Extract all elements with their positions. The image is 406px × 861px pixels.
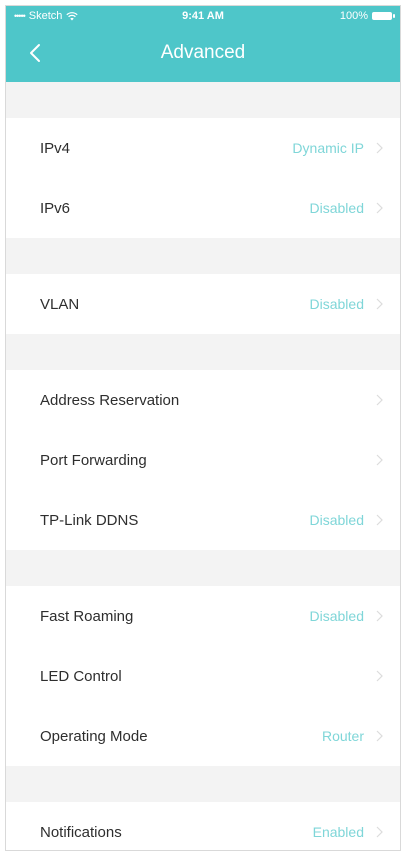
phone-frame: ••••• Sketch 9:41 AM 100% Advanced IPv4 … [5,5,401,851]
row-led-control[interactable]: LED Control [6,646,400,706]
row-address-reservation[interactable]: Address Reservation [6,370,400,430]
row-label: TP-Link DDNS [40,511,139,529]
row-tp-link-ddns[interactable]: TP-Link DDNS Disabled [6,490,400,550]
chevron-right-icon [376,142,383,154]
row-ipv6[interactable]: IPv6 Disabled [6,178,400,238]
row-value: Disabled [309,200,364,216]
battery-label: 100% [339,10,368,22]
row-fast-roaming[interactable]: Fast Roaming Disabled [6,586,400,646]
nav-bar: Advanced [6,28,400,82]
chevron-right-icon [376,670,383,682]
row-label: Operating Mode [40,727,148,745]
row-value: Enabled [312,824,364,840]
section-gap [6,766,400,802]
row-label: Fast Roaming [40,607,134,625]
header: ••••• Sketch 9:41 AM 100% Advanced [6,6,400,82]
row-label: Address Reservation [40,391,180,409]
row-value: Disabled [309,296,364,312]
chevron-right-icon [376,826,383,838]
settings-group-network: Address Reservation Port Forwarding TP-L… [6,370,400,550]
status-bar: ••••• Sketch 9:41 AM 100% [6,6,400,28]
row-label: VLAN [40,295,80,313]
row-notifications[interactable]: Notifications Enabled [6,802,400,850]
status-right: 100% [339,10,395,22]
row-value: Disabled [309,512,364,528]
settings-list: IPv4 Dynamic IP IPv6 Disabled VLAN Disab… [6,82,400,850]
section-gap [6,82,400,118]
row-value: Dynamic IP [292,140,364,156]
row-label: IPv6 [40,199,71,217]
row-value: Disabled [309,608,364,624]
row-port-forwarding[interactable]: Port Forwarding [6,430,400,490]
row-ipv4[interactable]: IPv4 Dynamic IP [6,118,400,178]
section-gap [6,334,400,370]
chevron-right-icon [376,610,383,622]
row-label: IPv4 [40,139,71,157]
chevron-right-icon [376,202,383,214]
chevron-right-icon [376,298,383,310]
row-operating-mode[interactable]: Operating Mode Router [6,706,400,766]
chevron-right-icon [376,514,383,526]
settings-group-vlan: VLAN Disabled [6,274,400,334]
section-gap [6,550,400,586]
row-label: LED Control [40,667,122,685]
row-vlan[interactable]: VLAN Disabled [6,274,400,334]
row-label: Notifications [40,823,122,841]
settings-group-system: Fast Roaming Disabled LED Control Operat… [6,586,400,766]
settings-group-ip: IPv4 Dynamic IP IPv6 Disabled [6,118,400,238]
row-value: Router [321,728,364,744]
section-gap [6,238,400,274]
chevron-right-icon [376,394,383,406]
battery-icon [372,12,395,20]
page-title: Advanced [160,42,246,63]
row-label: Port Forwarding [40,451,147,469]
settings-group-notifications: Notifications Enabled [6,802,400,850]
chevron-right-icon [376,454,383,466]
chevron-right-icon [376,730,383,742]
